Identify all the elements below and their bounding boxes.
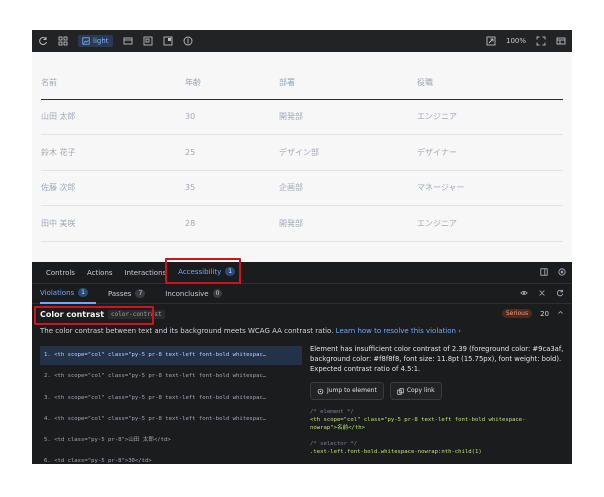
list-item[interactable]: 1. <th scope="col" class="py-5 pr-8 text… [40,346,302,365]
cell-role: デザイナー [417,134,563,171]
highlight-accessibility-tab [165,258,241,284]
cell-role: エンジニア [417,205,563,242]
node-detail: Element has insufficient color contrast … [310,344,568,456]
list-item[interactable]: 6. <td class="py-5 pr-8">30</td> [40,452,302,464]
cell-name: 田中 美咲 [41,205,185,242]
addon-tabs: Controls Actions Interactions Accessibil… [32,262,572,284]
passes-count: 7 [135,289,146,298]
rule-node-count: 20 [540,309,549,318]
rule-description: The color contrast between text and its … [40,327,462,335]
inconclusive-count: 0 [212,289,223,298]
table-row: 佐藤 次郎 35 企画部 マネージャー [41,170,563,206]
accessibility-vision-icon[interactable] [183,36,193,46]
theme-label: light [93,37,109,45]
cell-name: 山田 太郎 [41,99,185,135]
addon-panel: Controls Actions Interactions Accessibil… [32,262,572,464]
preview-canvas: 名前 年齢 部署 役職 山田 太郎 30 開発部 エンジニア 鈴木 花子 25 … [32,52,572,280]
cell-department: 開発部 [279,205,417,242]
cell-name: 佐藤 次郎 [41,170,185,206]
rerun-icon[interactable] [556,289,564,299]
rule-body: 1. <th scope="col" class="py-5 pr-8 text… [32,340,572,464]
theme-toggle[interactable]: light [78,35,113,47]
table-row: 鈴木 花子 25 デザイン部 デザイナー [41,134,563,171]
list-item[interactable]: 4. <th scope="col" class="py-5 pr-8 text… [40,410,302,429]
cell-department: 企画部 [279,170,417,206]
target-icon [317,388,324,394]
chevron-up-icon[interactable] [557,309,564,318]
cell-name: 鈴木 花子 [41,134,185,171]
cell-department: デザイン部 [279,134,417,171]
header-department: 部署 [279,66,417,100]
outline-icon[interactable] [163,36,173,46]
cell-age: 25 [185,134,279,171]
element-code: /* element */ <th scope="col" class="py-… [310,409,526,455]
jump-to-element-button[interactable]: Jump to element [310,382,384,400]
subtab-inconclusive[interactable]: Inconclusive 0 [165,284,230,304]
close-panel-icon[interactable] [558,268,566,278]
node-list: 1. <th scope="col" class="py-5 pr-8 text… [40,346,302,464]
tab-controls[interactable]: Controls [40,262,81,284]
cell-age: 28 [185,205,279,242]
violation-message: Element has insufficient color contrast … [310,345,564,373]
highlight-eye-icon[interactable] [520,289,528,299]
list-item[interactable]: 3. <th scope="col" class="py-5 pr-8 text… [40,389,302,408]
header-role: 役職 [417,66,563,100]
subtab-violations[interactable]: Violations 1 [40,284,96,304]
header-age: 年齢 [185,66,279,100]
cell-role: エンジニア [417,99,563,135]
table-row: 田中 美咲 28 開発部 エンジニア [41,205,563,242]
header-name: 名前 [41,66,185,100]
image-icon [82,37,90,45]
a11y-subtabs: Violations 1 Passes 7 Inconclusive 0 [32,284,572,304]
list-item[interactable]: 5. <td class="py-5 pr-8">山田 太郎</td> [40,431,302,450]
table-row: 山田 太郎 30 開発部 エンジニア [41,99,563,135]
severity-badge: Serious [501,309,533,318]
list-item[interactable]: 2. <th scope="col" class="py-5 pr-8 text… [40,367,302,386]
measure-icon[interactable] [143,36,153,46]
preview-toolbar: light 100% [32,30,572,52]
violations-count: 1 [78,288,88,297]
highlight-rule-title [34,306,154,325]
viewport-icon[interactable] [123,36,133,46]
storybook-frame: light 100% 名前 年齢 部署 役職 山田 太郎 30 開発部 エンジニ… [32,30,572,464]
cell-role: マネージャー [417,170,563,206]
grid-icon[interactable] [58,36,68,46]
cell-age: 30 [185,99,279,135]
zoom-icon[interactable] [486,36,496,46]
panel-orientation-icon[interactable] [540,268,548,278]
copy-link-button[interactable]: Copy link [389,382,442,400]
employee-table: 名前 年齢 部署 役職 山田 太郎 30 開発部 エンジニア 鈴木 花子 25 … [41,66,563,242]
open-new-tab-icon[interactable] [556,36,566,46]
table-header-row: 名前 年齢 部署 役職 [41,66,563,100]
cell-department: 開発部 [279,99,417,135]
learn-more-link[interactable]: Learn how to resolve this violation › [336,327,461,335]
tab-actions[interactable]: Actions [81,262,119,284]
zoom-level[interactable]: 100% [506,37,526,45]
fullscreen-icon[interactable] [536,36,546,46]
collapse-icon[interactable] [538,289,546,299]
copy-icon [397,387,404,395]
reload-icon[interactable] [38,36,48,46]
cell-age: 35 [185,170,279,206]
subtab-passes[interactable]: Passes 7 [108,284,153,304]
